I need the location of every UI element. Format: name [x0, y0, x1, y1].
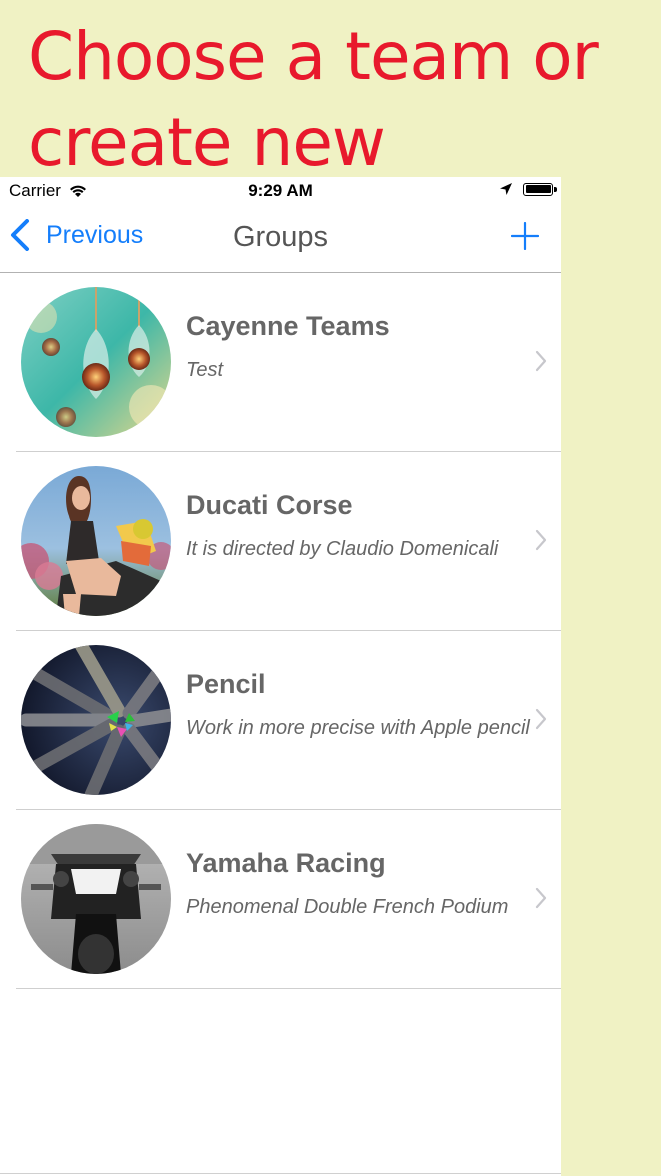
chevron-right-icon: [535, 887, 547, 909]
nav-title: Groups: [232, 221, 329, 253]
toolbar-divider: [0, 1173, 561, 1174]
chevron-right-icon: [535, 708, 547, 730]
chevron-right-icon: [535, 350, 547, 372]
motorcycle-bw-photo-image: [21, 824, 171, 974]
battery-full-icon: [523, 182, 557, 196]
pencils-photo-image: [21, 645, 171, 795]
status-time: 9:29 AM: [248, 181, 313, 200]
battery-fill: [525, 185, 551, 193]
group-avatar: [21, 466, 171, 616]
headline-line-1: Choose a team or: [28, 18, 599, 95]
group-avatar: [21, 287, 171, 437]
group-title: Cayenne Teams: [186, 311, 390, 341]
chevron-right-icon: [535, 529, 547, 551]
group-list: Cayenne Teams Test Ducati Corse It is di…: [0, 273, 561, 989]
list-item[interactable]: Ducati Corse It is directed by Claudio D…: [0, 452, 561, 631]
motorcycle-woman-photo-image: [21, 466, 171, 616]
group-title: Pencil: [186, 669, 266, 699]
group-avatar: [21, 645, 171, 795]
group-subtitle: Work in more precise with Apple pencil: [186, 717, 530, 739]
list-item[interactable]: Pencil Work in more precise with Apple p…: [0, 631, 561, 810]
status-bar: Carrier 9:29 AM: [0, 177, 561, 205]
group-subtitle: It is directed by Claudio Domenicali: [186, 538, 499, 560]
plus-icon[interactable]: [511, 222, 539, 250]
ornaments-photo-image: [21, 287, 171, 437]
nav-bar: Previous Groups: [0, 205, 561, 273]
group-avatar: [21, 824, 171, 974]
group-subtitle: Phenomenal Double French Podium: [186, 896, 509, 918]
battery-nub: [554, 186, 557, 192]
group-title: Yamaha Racing: [186, 848, 386, 878]
group-title: Ducati Corse: [186, 490, 353, 520]
status-right: [499, 182, 557, 196]
phone-screen: Carrier 9:29 AM Previous Groups Cayenne …: [0, 177, 561, 1176]
location-arrow-icon: [500, 183, 512, 195]
headline: Choose a team or create new: [28, 14, 648, 186]
list-item[interactable]: Cayenne Teams Test: [0, 273, 561, 452]
headline-line-2: create new: [28, 104, 386, 181]
list-item[interactable]: Yamaha Racing Phenomenal Double French P…: [0, 810, 561, 989]
group-subtitle: Test: [186, 359, 224, 381]
